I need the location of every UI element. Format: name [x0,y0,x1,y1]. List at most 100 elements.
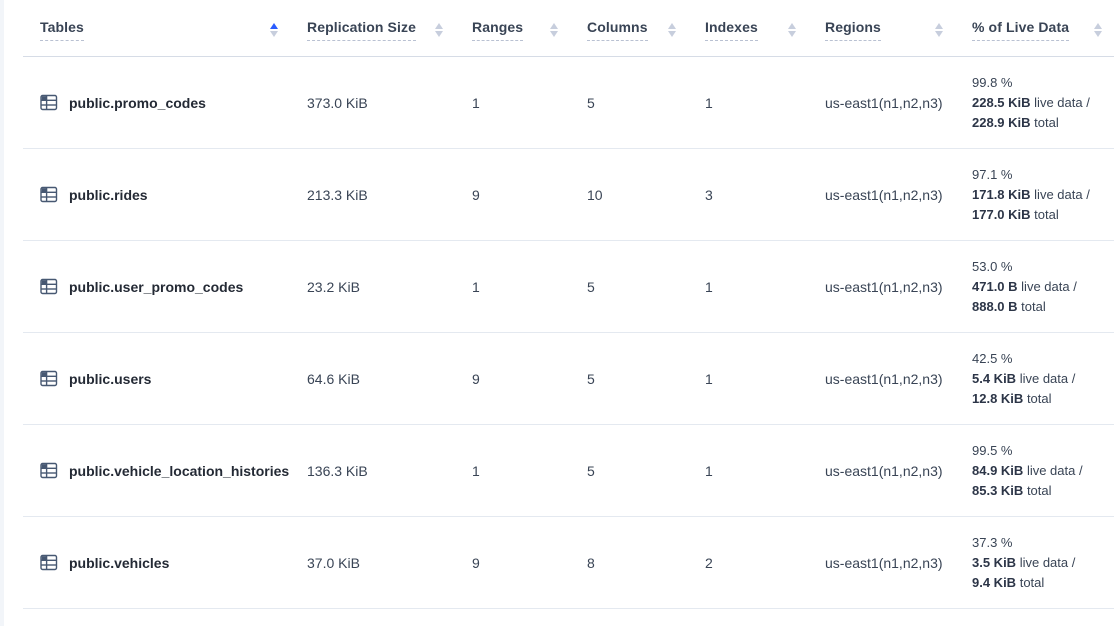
indexes-cell: 1 [688,241,808,332]
live-data-line: 228.5 KiB live data / [972,93,1090,113]
live-size-label: live data / [1020,555,1076,570]
table-name-cell[interactable]: public.vehicles [23,517,290,608]
columns-cell: 5 [570,57,688,148]
table-row[interactable]: public.promo_codes 373.0 KiB 1 5 1 us-ea… [23,57,1114,149]
columns-cell: 5 [570,241,688,332]
table-name-link[interactable]: public.rides [69,187,148,203]
table-name-link[interactable]: public.users [69,371,151,387]
sort-toggle[interactable] [788,23,796,37]
live-data-line: 171.8 KiB live data / [972,185,1090,205]
columns-cell: 10 [570,149,688,240]
indexes-cell: 3 [688,149,808,240]
live-size: 471.0 B [972,279,1018,294]
columns-cell: 5 [570,333,688,424]
sort-asc-icon[interactable] [550,23,558,29]
sort-asc-icon[interactable] [1094,23,1102,29]
live-percent: 53.0 % [972,257,1077,277]
live-size: 84.9 KiB [972,463,1023,478]
sort-asc-icon[interactable] [270,23,278,29]
regions-cell: us-east1(n1,n2,n3) [808,425,955,516]
table-name-cell[interactable]: public.user_promo_codes [23,241,290,332]
column-header-label[interactable]: Tables [40,19,84,41]
table-grid-icon [40,462,58,479]
sort-desc-icon[interactable] [1094,31,1102,37]
live-data-line: 5.4 KiB live data / [972,369,1075,389]
total-size-label: total [1027,391,1052,406]
live-data-cell: 99.8 % 228.5 KiB live data / 228.9 KiB t… [955,57,1114,148]
table-row[interactable]: public.user_promo_codes 23.2 KiB 1 5 1 u… [23,241,1114,333]
tables-table: Tables Replication Size Ranges Columns I… [23,4,1114,609]
table-row[interactable]: public.vehicle_location_histories 136.3 … [23,425,1114,517]
column-header-label[interactable]: Replication Size [307,19,416,41]
sort-toggle[interactable] [935,23,943,37]
table-grid-icon [40,94,58,111]
live-size-label: live data / [1020,371,1076,386]
live-percent: 99.8 % [972,73,1090,93]
table-body: public.promo_codes 373.0 KiB 1 5 1 us-ea… [23,57,1114,609]
live-size-label: live data / [1034,187,1090,202]
table-name-link[interactable]: public.vehicle_location_histories [69,463,289,479]
column-header-label[interactable]: Ranges [472,19,523,41]
sort-toggle[interactable] [435,23,443,37]
indexes-cell: 1 [688,425,808,516]
regions-cell: us-east1(n1,n2,n3) [808,333,955,424]
live-size: 5.4 KiB [972,371,1016,386]
sort-desc-icon[interactable] [788,31,796,37]
replication-size-cell: 64.6 KiB [290,333,455,424]
live-size-label: live data / [1034,95,1090,110]
table-row[interactable]: public.users 64.6 KiB 9 5 1 us-east1(n1,… [23,333,1114,425]
column-header[interactable]: Ranges [455,4,570,56]
sort-desc-icon[interactable] [550,31,558,37]
total-size: 177.0 KiB [972,207,1031,222]
column-header-label[interactable]: Columns [587,19,648,41]
indexes-cell: 2 [688,517,808,608]
column-header-label[interactable]: % of Live Data [972,19,1069,41]
total-data-line: 85.3 KiB total [972,481,1083,501]
column-header-label[interactable]: Regions [825,19,881,41]
total-size: 9.4 KiB [972,575,1016,590]
column-header[interactable]: Columns [570,4,688,56]
total-data-line: 9.4 KiB total [972,573,1075,593]
table-row[interactable]: public.rides 213.3 KiB 9 10 3 us-east1(n… [23,149,1114,241]
ranges-cell: 9 [455,149,570,240]
regions-cell: us-east1(n1,n2,n3) [808,57,955,148]
live-size-label: live data / [1027,463,1083,478]
sort-desc-icon[interactable] [270,31,278,37]
columns-cell: 8 [570,517,688,608]
column-header[interactable]: Indexes [688,4,808,56]
total-size-label: total [1034,207,1059,222]
sort-desc-icon[interactable] [668,31,676,37]
total-size: 888.0 B [972,299,1018,314]
total-data-line: 228.9 KiB total [972,113,1090,133]
column-header[interactable]: Tables [23,4,290,56]
table-name-link[interactable]: public.vehicles [69,555,169,571]
sort-desc-icon[interactable] [935,31,943,37]
table-name-cell[interactable]: public.rides [23,149,290,240]
replication-size-cell: 373.0 KiB [290,57,455,148]
total-size: 228.9 KiB [972,115,1031,130]
sort-desc-icon[interactable] [435,31,443,37]
table-row[interactable]: public.vehicles 37.0 KiB 9 8 2 us-east1(… [23,517,1114,609]
table-name-link[interactable]: public.user_promo_codes [69,279,243,295]
column-header[interactable]: % of Live Data [955,4,1114,56]
column-header-label[interactable]: Indexes [705,19,758,41]
sort-asc-icon[interactable] [788,23,796,29]
table-name-cell[interactable]: public.users [23,333,290,424]
table-name-cell[interactable]: public.promo_codes [23,57,290,148]
sort-toggle[interactable] [550,23,558,37]
sort-toggle[interactable] [1094,23,1102,37]
ranges-cell: 9 [455,333,570,424]
sort-asc-icon[interactable] [935,23,943,29]
table-name-cell[interactable]: public.vehicle_location_histories [23,425,290,516]
sort-asc-icon[interactable] [668,23,676,29]
indexes-cell: 1 [688,333,808,424]
ranges-cell: 1 [455,425,570,516]
sort-toggle[interactable] [270,23,278,37]
sort-asc-icon[interactable] [435,23,443,29]
sort-toggle[interactable] [668,23,676,37]
column-header[interactable]: Replication Size [290,4,455,56]
live-data-cell: 97.1 % 171.8 KiB live data / 177.0 KiB t… [955,149,1114,240]
column-header[interactable]: Regions [808,4,955,56]
page-edge-strip [0,0,4,626]
table-name-link[interactable]: public.promo_codes [69,95,206,111]
